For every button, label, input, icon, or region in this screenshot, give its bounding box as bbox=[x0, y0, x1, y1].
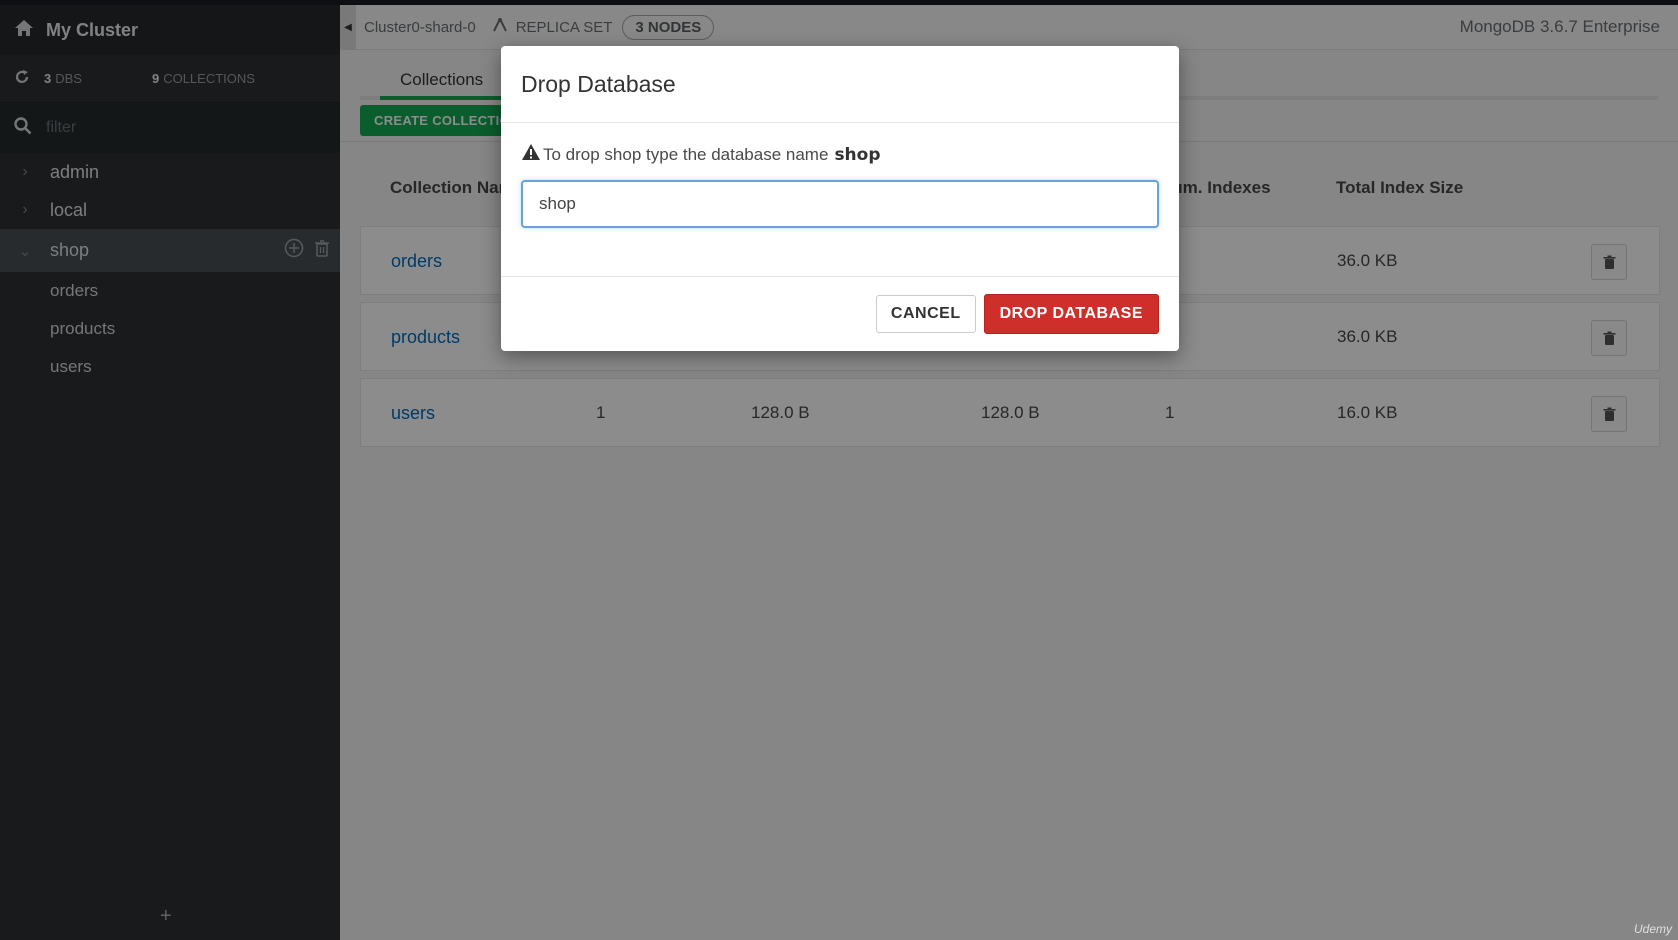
drop-database-modal: Drop Database To drop shop type the data… bbox=[501, 46, 1179, 351]
modal-body: To drop shop type the database name shop bbox=[501, 123, 1179, 277]
watermark-logo: Udemy bbox=[1633, 922, 1672, 936]
confirm-database-name-input[interactable] bbox=[521, 180, 1159, 228]
drop-database-button[interactable]: DROP DATABASE bbox=[983, 293, 1159, 334]
cancel-button[interactable]: CANCEL bbox=[875, 294, 976, 333]
database-name: shop bbox=[834, 144, 881, 165]
modal-title: Drop Database bbox=[501, 46, 1179, 123]
warning-text: To drop shop type the database name bbox=[543, 144, 829, 164]
warning-icon bbox=[521, 143, 541, 166]
warning-message: To drop shop type the database name shop bbox=[521, 143, 1159, 166]
modal-footer: CANCEL DROP DATABASE bbox=[501, 277, 1179, 350]
